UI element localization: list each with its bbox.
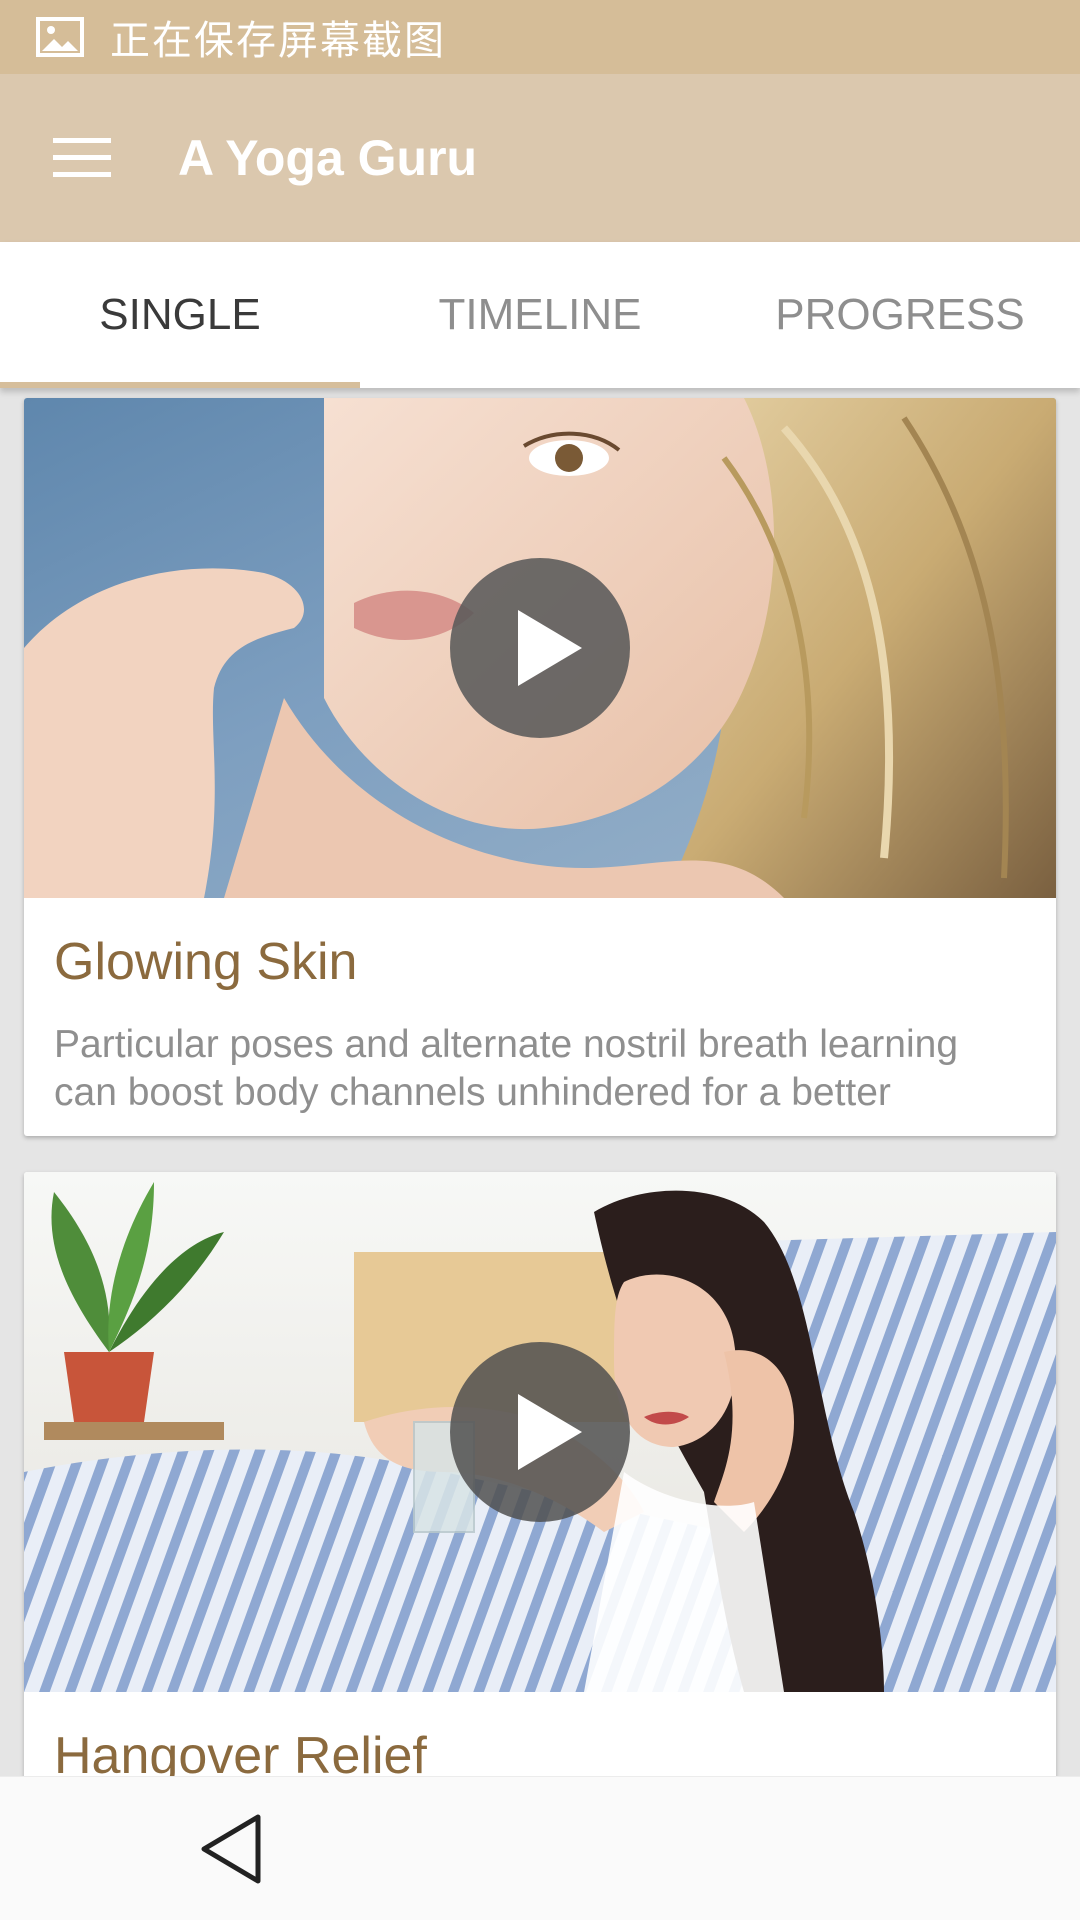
video-card[interactable]: Glowing Skin Particular poses and altern… [24, 398, 1056, 1136]
back-triangle-icon[interactable] [196, 1811, 266, 1887]
tab-progress[interactable]: PROGRESS [720, 242, 1080, 388]
tab-label: PROGRESS [775, 290, 1025, 339]
menu-button[interactable] [52, 128, 112, 188]
card-title: Hangover Relief [54, 1727, 427, 1776]
hamburger-menu-icon [53, 138, 111, 177]
tab-timeline[interactable]: TIMELINE [360, 242, 720, 388]
app-bar: A Yoga Guru [0, 74, 1080, 242]
video-card[interactable]: Hangover Relief [24, 1172, 1056, 1776]
card-title: Glowing Skin [54, 933, 358, 991]
status-bar: 正在保存屏幕截图 [0, 0, 1080, 74]
card-thumbnail [24, 1172, 1056, 1692]
image-icon [36, 17, 84, 57]
tab-indicator [0, 382, 360, 388]
tab-single[interactable]: SINGLE [0, 242, 360, 388]
app-title: A Yoga Guru [178, 130, 478, 186]
tab-label: SINGLE [99, 290, 261, 339]
card-thumbnail [24, 398, 1056, 898]
play-button[interactable] [450, 1342, 630, 1522]
card-description: Particular poses and alternate nostril b… [54, 1023, 959, 1114]
play-icon [518, 1394, 582, 1470]
play-icon [518, 610, 582, 686]
screen: 正在保存屏幕截图 A Yoga Guru SINGLE TIMELINE PRO… [0, 0, 1080, 1920]
play-button[interactable] [450, 558, 630, 738]
navigation-bar [0, 1776, 1080, 1920]
status-text: 正在保存屏幕截图 [110, 18, 446, 64]
tab-bar: SINGLE TIMELINE PROGRESS [0, 242, 1080, 388]
tab-label: TIMELINE [438, 290, 642, 339]
video-list: Glowing Skin Particular poses and altern… [0, 388, 1080, 1776]
